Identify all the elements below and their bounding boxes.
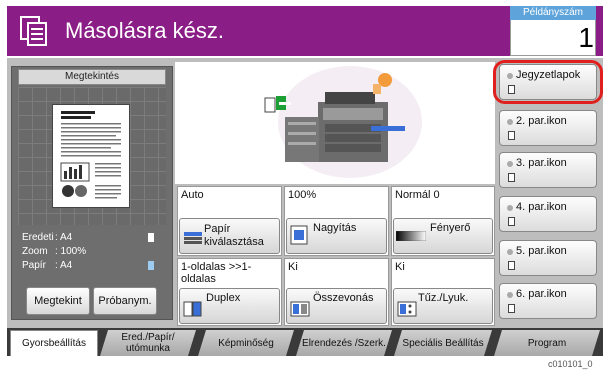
shortcut-button-4[interactable]: 4. par.ikon (499, 196, 597, 232)
staple-punch-icon (397, 301, 417, 317)
preview-document-thumbnail (52, 104, 130, 208)
zoom-icon (290, 225, 308, 245)
original-label: Eredeti (22, 232, 54, 243)
density-gradient-icon (396, 231, 426, 241)
tab-quick-setup[interactable]: Gyorsbeállítás (10, 330, 98, 356)
duplex-value: 1-oldalas >>1-oldalas (181, 261, 252, 285)
staple-value: Ki (395, 261, 405, 273)
paper-selection-label: Papír kiválasztása (204, 223, 264, 248)
document-icon (508, 173, 515, 182)
highlight-outline (493, 60, 603, 104)
combine-button[interactable]: Összevonás (286, 288, 387, 324)
printer-icon (264, 66, 422, 178)
paper-orientation-icon (148, 261, 154, 270)
shortcut-dot-icon (507, 205, 513, 211)
preview-button[interactable]: Megtekint (26, 287, 90, 315)
staple-button[interactable]: Tűz./Lyuk. (393, 288, 493, 324)
shortcut-dot-icon (507, 119, 513, 125)
duplex-button[interactable]: Duplex (179, 288, 280, 324)
shortcut-label-4: 4. par.ikon (516, 201, 567, 213)
figure-code: c010101_0 (548, 359, 593, 369)
combine-icon (290, 301, 310, 317)
paper-selection-button[interactable]: Papír kiválasztása (179, 218, 280, 254)
zoom-value: : 100% (55, 246, 87, 257)
document-icon (508, 304, 515, 313)
paper-label: Papír (22, 260, 46, 271)
shortcut-label-6: 6. par.ikon (516, 288, 567, 300)
document-icon (508, 261, 515, 270)
shortcut-label-5: 5. par.ikon (516, 245, 567, 257)
paper-tray-icon (184, 232, 202, 244)
page-title: Másolásra kész. (65, 18, 224, 43)
zoom-setting-value: 100% (288, 189, 317, 201)
shortcut-button-6[interactable]: 6. par.ikon (499, 283, 597, 319)
tab-layout-edit[interactable]: Elrendezés /Szerk. (296, 330, 392, 356)
copies-value[interactable]: 1 (510, 20, 594, 56)
copies-label: Példányszám (510, 6, 596, 20)
shortcut-button-2[interactable]: 2. par.ikon (499, 110, 597, 146)
density-button[interactable]: Fényerő (393, 218, 493, 254)
zoom-label: Zoom (22, 246, 48, 257)
original-value: : A4 (55, 232, 73, 243)
combine-value: Ki (288, 261, 298, 273)
duplex-icon (183, 301, 202, 317)
document-thumbnail-icon (60, 111, 121, 199)
document-icon (508, 131, 515, 140)
staple-button-label: Tűz./Lyuk. (418, 292, 469, 304)
tab-image-quality[interactable]: Képminőség (198, 330, 294, 356)
copy-icon (20, 16, 47, 46)
zoom-button-label: Nagyítás (313, 222, 357, 234)
tab-output-paper-finishing[interactable]: Ered./Papír/ utómunka (100, 330, 196, 356)
density-value: Normál 0 (395, 189, 440, 201)
combine-button-label: Összevonás (313, 292, 374, 304)
shortcut-button-5[interactable]: 5. par.ikon (499, 240, 597, 276)
machine-illustration (175, 62, 495, 184)
paper-value: : A4 (55, 260, 73, 271)
shortcut-dot-icon (507, 292, 513, 298)
duplex-button-label: Duplex (206, 292, 241, 304)
test-copy-button[interactable]: Próbanym. (93, 287, 157, 315)
paper-selection-value: Auto (181, 189, 204, 201)
shortcut-button-3[interactable]: 3. par.ikon (499, 152, 597, 188)
shortcut-dot-icon (507, 249, 513, 255)
shortcut-label-2: 2. par.ikon (516, 115, 567, 127)
tab-advanced-setup[interactable]: Speciális Beállítás (394, 330, 492, 356)
orientation-icon (148, 233, 154, 242)
zoom-button[interactable]: Nagyítás (286, 218, 387, 254)
tab-program[interactable]: Program (494, 330, 600, 356)
shortcut-dot-icon (507, 161, 513, 167)
preview-heading: Megtekintés (18, 69, 166, 85)
document-icon (508, 217, 515, 226)
shortcut-label-3: 3. par.ikon (516, 157, 567, 169)
density-button-label: Fényerő (430, 222, 471, 234)
